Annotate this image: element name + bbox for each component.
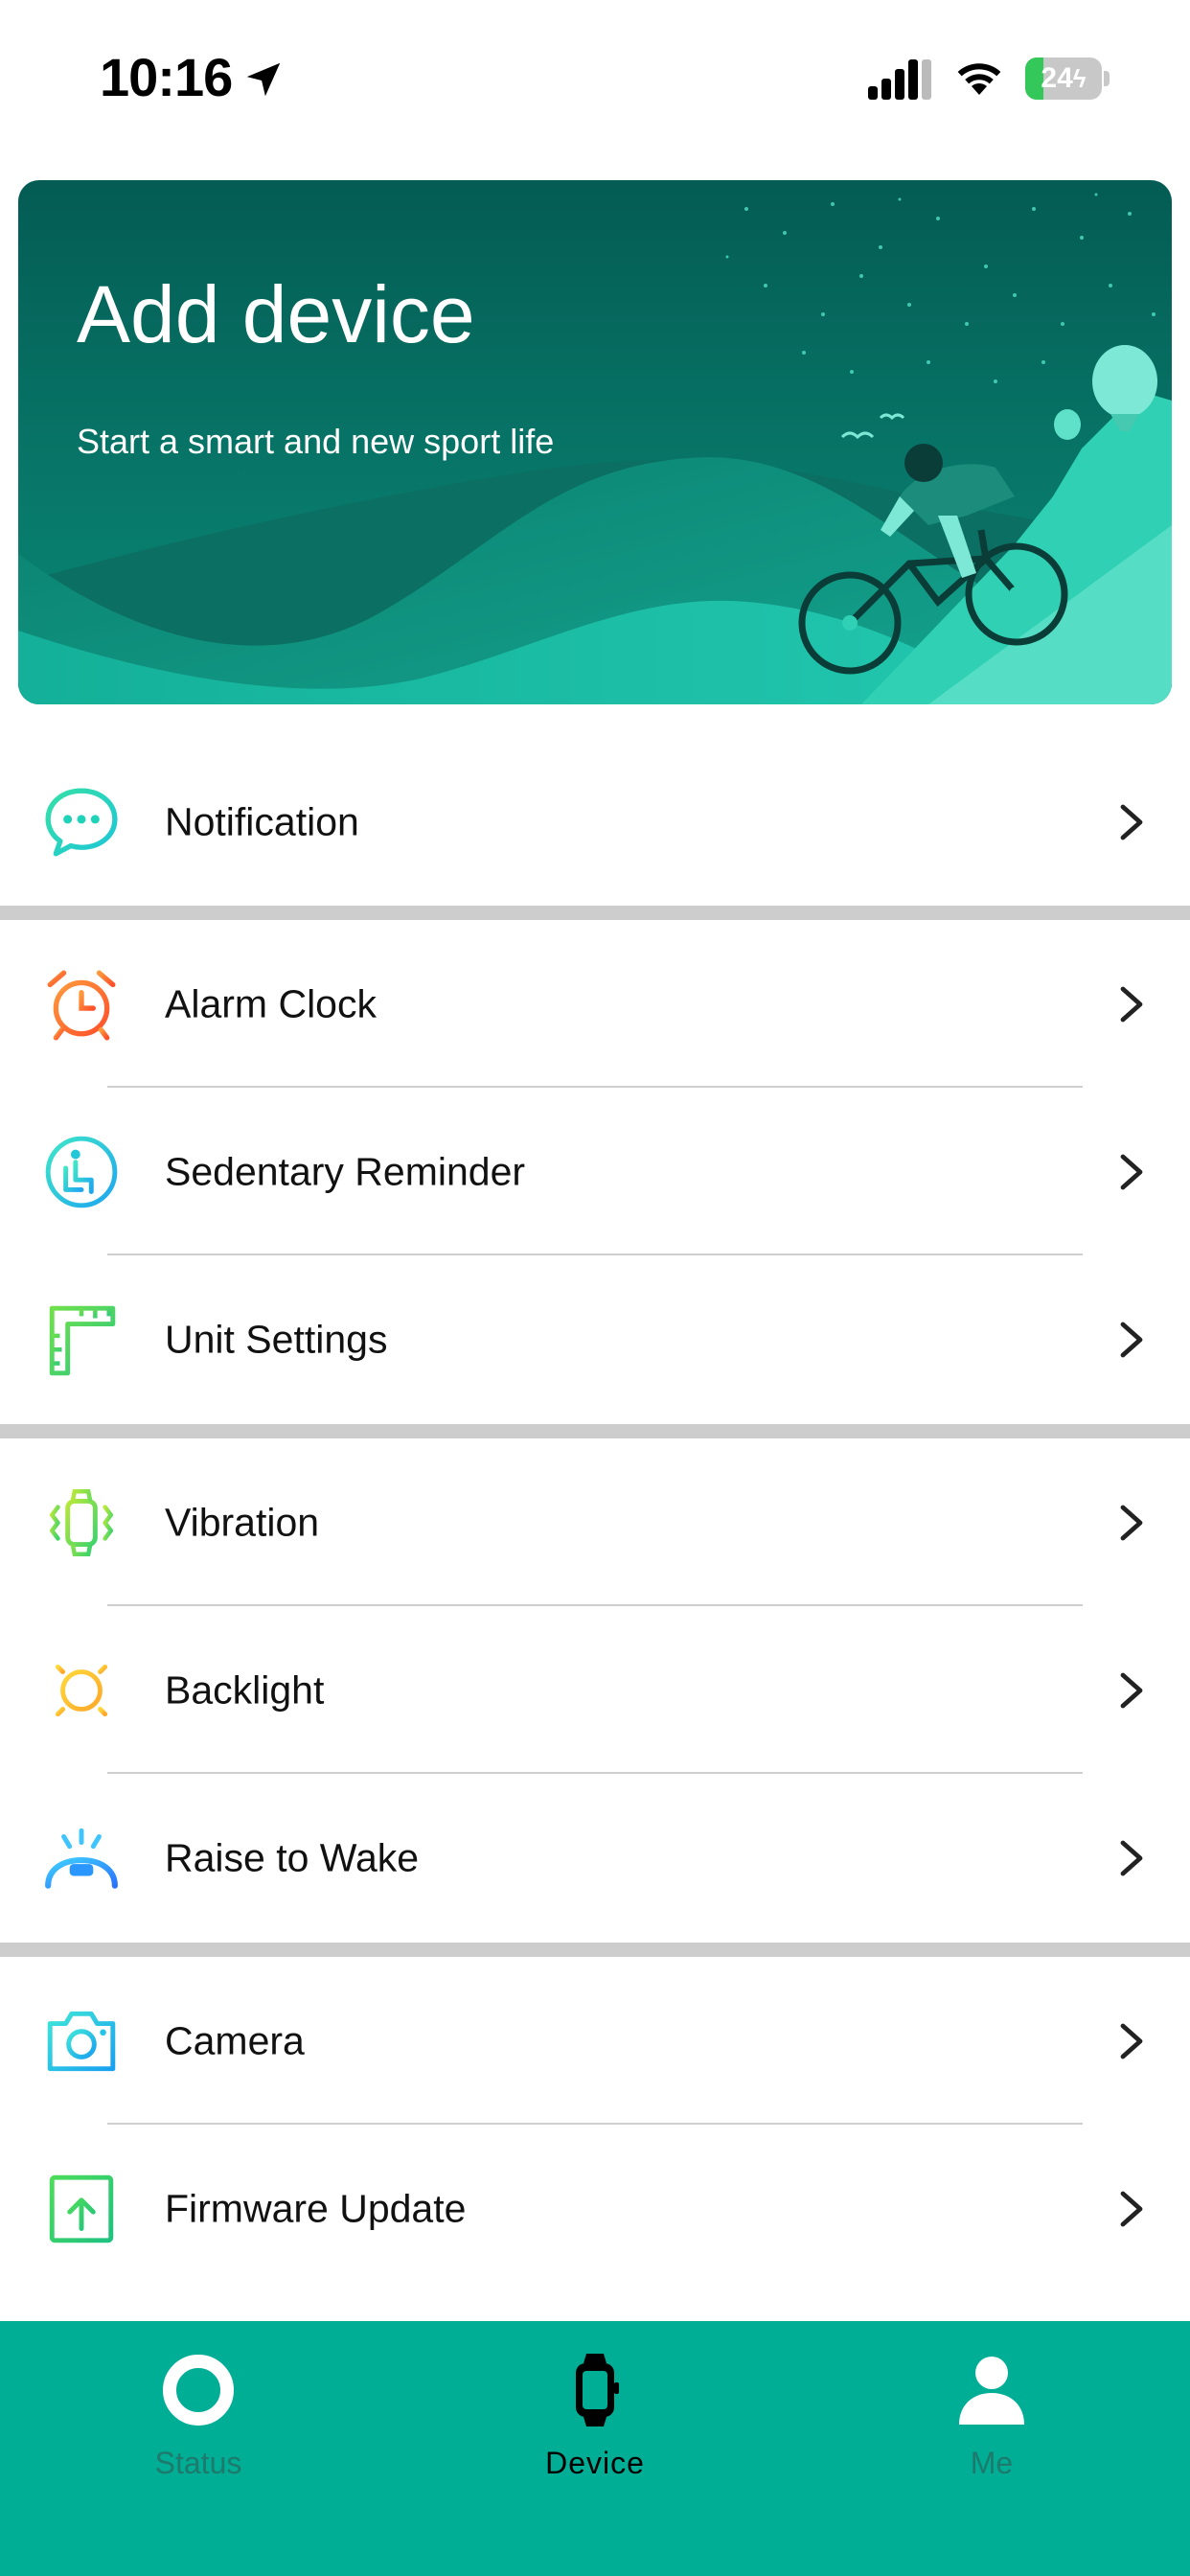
settings-item-firmware-update[interactable]: Firmware Update [0, 2125, 1190, 2292]
settings-item-label: Raise to Wake [165, 1835, 420, 1879]
tab-bar: Status Device Me [0, 2321, 1190, 2576]
banner-subtitle: Start a smart and new sport life [77, 422, 555, 461]
chevron-right-icon [1120, 804, 1143, 840]
settings-item-unit-settings[interactable]: Unit Settings [0, 1255, 1190, 1423]
settings-item-backlight[interactable]: Backlight [0, 1606, 1190, 1774]
settings-item-vibration[interactable]: Vibration [0, 1438, 1190, 1606]
chevron-right-icon [1120, 1672, 1143, 1708]
settings-item-label: Backlight [165, 1668, 325, 1712]
settings-item-label: Sedentary Reminder [165, 1149, 526, 1193]
tab-status[interactable]: Status [0, 2321, 397, 2494]
signal-icon [868, 59, 931, 100]
ring-icon [163, 2355, 234, 2426]
tab-status-label: Status [154, 2446, 242, 2480]
sitting-person-icon [45, 1136, 118, 1208]
watch-vibration-icon [49, 1488, 114, 1556]
chat-bubble-icon [45, 788, 118, 856]
add-device-banner[interactable]: Add device Start a smart and new sport l… [18, 180, 1172, 704]
battery-charging-icon: 24ϟ [1025, 58, 1110, 100]
tab-me-label: Me [970, 2446, 1014, 2480]
settings-item-camera[interactable]: Camera [0, 1957, 1190, 2125]
section-separator [0, 1943, 1190, 1957]
status-time: 10:16 [100, 47, 233, 107]
battery-level: 24 [1041, 62, 1073, 94]
settings-item-sedentary-reminder[interactable]: Sedentary Reminder [0, 1088, 1190, 1255]
sun-icon [45, 1654, 118, 1726]
tab-device[interactable]: Device [397, 2321, 793, 2494]
settings-item-label: Vibration [165, 1500, 320, 1544]
settings-item-label: Unit Settings [165, 1317, 388, 1361]
upload-icon [49, 2174, 114, 2242]
chevron-right-icon [1120, 2191, 1143, 2226]
status-bar: 10:16 24ϟ [0, 0, 1190, 153]
settings-item-alarm-clock[interactable]: Alarm Clock [0, 920, 1190, 1088]
wifi-icon [957, 63, 1001, 95]
settings-item-raise-to-wake[interactable]: Raise to Wake [0, 1774, 1190, 1942]
settings-item-label: Camera [165, 2018, 305, 2062]
raise-wrist-icon [45, 1828, 118, 1889]
watch-icon [576, 2354, 619, 2426]
settings-item-notification[interactable]: Notification [0, 738, 1190, 906]
tab-device-label: Device [545, 2446, 645, 2480]
section-separator [0, 906, 1190, 920]
chevron-right-icon [1120, 986, 1143, 1022]
alarm-clock-icon [47, 970, 116, 1041]
camera-icon [47, 2011, 116, 2071]
settings-item-label: Alarm Clock [165, 981, 377, 1025]
chevron-right-icon [1120, 1322, 1143, 1357]
ruler-icon [49, 1305, 116, 1375]
chevron-right-icon [1120, 1505, 1143, 1540]
chevron-right-icon [1120, 1154, 1143, 1189]
section-separator [0, 1424, 1190, 1438]
location-arrow-icon [246, 62, 281, 97]
settings-item-label: Firmware Update [165, 2186, 467, 2230]
chevron-right-icon [1120, 1840, 1143, 1875]
person-icon [959, 2357, 1024, 2425]
banner-title: Add device [77, 269, 475, 359]
tab-me[interactable]: Me [793, 2321, 1190, 2494]
chevron-right-icon [1120, 2023, 1143, 2058]
settings-item-label: Notification [165, 799, 359, 843]
